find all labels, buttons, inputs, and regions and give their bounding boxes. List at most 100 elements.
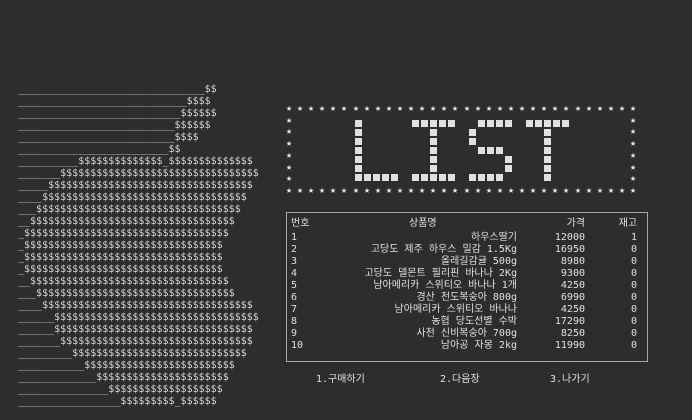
table-header: 번호 상품명 가격 재고 xyxy=(287,218,647,230)
banner-star: ★ xyxy=(486,185,493,196)
banner-pixel xyxy=(469,129,476,136)
row-price: 4250 xyxy=(560,304,585,315)
row-no: 8 xyxy=(291,316,298,327)
row-stock: 0 xyxy=(630,316,637,327)
row-no: 4 xyxy=(291,268,298,279)
banner-pixel xyxy=(421,174,428,181)
banner-pixel xyxy=(391,174,398,181)
table-row: 10 남아공 자몽 2kg 11990 0 xyxy=(287,340,647,352)
banner-star: ★ xyxy=(619,185,626,196)
banner-star: ★ xyxy=(341,103,348,114)
row-name: 고당도 델몬트 필리핀 바나나 2Kg xyxy=(364,268,517,279)
banner-star: ★ xyxy=(486,103,493,114)
banner-pixel xyxy=(544,174,551,181)
table-row: 9 사천 신비복숭아 700g 8250 0 xyxy=(287,328,647,340)
row-stock: 0 xyxy=(630,328,637,339)
menu-buy[interactable]: 1.구매하기 xyxy=(316,370,365,385)
table-row: 1 하우스딸기 12000 1 xyxy=(287,232,647,244)
banner-star: ★ xyxy=(308,103,315,114)
row-name: 남아메리카 스위티오 바나나 xyxy=(394,304,517,315)
banner-pixel xyxy=(364,174,371,181)
banner-pixel xyxy=(553,120,560,127)
banner-star: ★ xyxy=(608,185,615,196)
banner-pixel xyxy=(430,138,437,145)
row-stock: 1 xyxy=(630,232,637,243)
banner-star: ★ xyxy=(608,103,615,114)
banner-star: ★ xyxy=(575,103,582,114)
row-no: 6 xyxy=(291,292,298,303)
banner-star: ★ xyxy=(552,185,559,196)
banner-star: ★ xyxy=(319,185,326,196)
row-stock: 0 xyxy=(630,244,637,255)
banner-pixel xyxy=(355,156,362,163)
table-row: 4 고당도 델몬트 필리핀 바나나 2Kg 9300 0 xyxy=(287,268,647,280)
header-no: 번호 xyxy=(291,218,310,229)
banner-pixel xyxy=(544,129,551,136)
header-stock: 재고 xyxy=(618,218,637,229)
row-price: 4250 xyxy=(560,280,585,291)
menu-exit[interactable]: 3.나가기 xyxy=(550,370,590,385)
banner-star: ★ xyxy=(286,138,293,149)
banner-star: ★ xyxy=(630,185,637,196)
row-price: 12000 xyxy=(554,232,585,243)
menu-next-page[interactable]: 2.다음장 xyxy=(440,370,480,385)
banner-star: ★ xyxy=(286,150,293,161)
banner-star: ★ xyxy=(364,185,371,196)
banner-pixel xyxy=(478,120,485,127)
banner-pixel xyxy=(505,165,512,172)
banner-pixel xyxy=(505,156,512,163)
banner-star: ★ xyxy=(630,162,637,173)
bottom-menu: 1.구매하기 2.다음장 3.나가기 xyxy=(0,370,692,385)
banner-star: ★ xyxy=(297,185,304,196)
header-name: 상품명 xyxy=(409,218,437,229)
banner-star: ★ xyxy=(397,103,404,114)
banner-star: ★ xyxy=(630,115,637,126)
banner-pixel xyxy=(430,147,437,154)
banner-pixel xyxy=(430,120,437,127)
banner-pixel xyxy=(430,129,437,136)
banner-pixel xyxy=(544,138,551,145)
banner-star: ★ xyxy=(541,185,548,196)
banner-star: ★ xyxy=(452,103,459,114)
row-no: 5 xyxy=(291,280,298,291)
banner-star: ★ xyxy=(519,185,526,196)
row-no: 10 xyxy=(291,340,304,351)
banner-pixel xyxy=(505,120,512,127)
banner-pixel xyxy=(448,120,455,127)
banner-star: ★ xyxy=(464,185,471,196)
banner-pixel xyxy=(469,174,476,181)
banner-star: ★ xyxy=(597,185,604,196)
banner-star: ★ xyxy=(408,103,415,114)
row-stock: 0 xyxy=(630,256,637,267)
banner-star: ★ xyxy=(630,103,637,114)
banner-pixel xyxy=(496,174,503,181)
banner-pixel xyxy=(421,120,428,127)
banner-star: ★ xyxy=(430,103,437,114)
banner-star: ★ xyxy=(408,185,415,196)
row-price: 11990 xyxy=(554,340,585,351)
banner-pixel xyxy=(412,120,419,127)
banner-star: ★ xyxy=(286,115,293,126)
table-row: 7 남아메리카 스위티오 바나나 4250 0 xyxy=(287,304,647,316)
banner-pixel xyxy=(355,120,362,127)
banner-star: ★ xyxy=(475,185,482,196)
banner-pixel xyxy=(526,120,533,127)
row-stock: 0 xyxy=(630,280,637,291)
banner-star: ★ xyxy=(419,185,426,196)
row-stock: 0 xyxy=(630,268,637,279)
banner-star: ★ xyxy=(419,103,426,114)
banner-pixel xyxy=(439,174,446,181)
banner-star: ★ xyxy=(441,103,448,114)
row-price: 8250 xyxy=(560,328,585,339)
banner-star: ★ xyxy=(430,185,437,196)
row-price: 6990 xyxy=(560,292,585,303)
banner-star: ★ xyxy=(519,103,526,114)
banner-star: ★ xyxy=(375,185,382,196)
banner-star: ★ xyxy=(464,103,471,114)
banner-star: ★ xyxy=(630,173,637,184)
banner-pixel xyxy=(496,120,503,127)
row-stock: 0 xyxy=(630,292,637,303)
banner-star: ★ xyxy=(297,103,304,114)
banner-star: ★ xyxy=(530,103,537,114)
banner-pixel xyxy=(544,147,551,154)
